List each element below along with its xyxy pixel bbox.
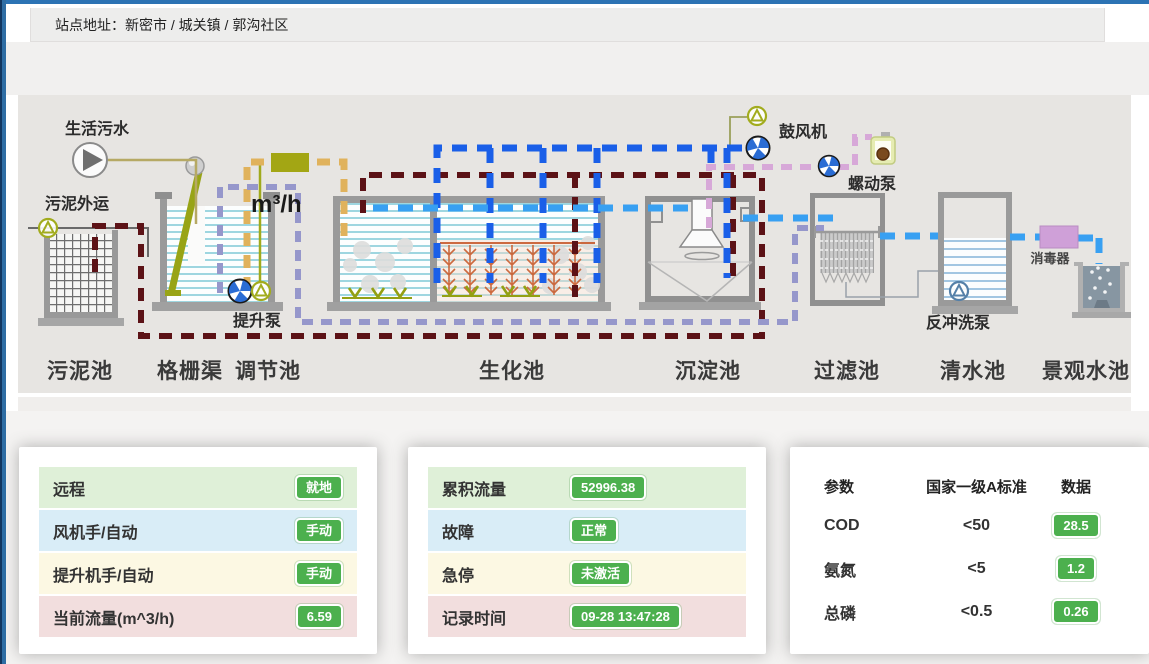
tank-label-grid: 格栅渠 — [157, 359, 223, 383]
row-lift-mode-badge[interactable]: 手动 — [295, 561, 343, 587]
row-fan-mode: 风机手/自动 手动 — [39, 510, 357, 551]
tank-label-regulation: 调节池 — [235, 359, 301, 383]
row-fault: 故障 正常 — [428, 510, 746, 551]
backwash-pump-label: 反冲洗泵 — [926, 313, 990, 332]
sludge-hopper — [648, 262, 752, 301]
row-estop-badge[interactable]: 未激活 — [570, 561, 631, 587]
blower-fan-icon — [743, 137, 769, 163]
tank-label-landscape: 景观水池 — [1042, 360, 1130, 383]
site-address-value: 新密市 / 城关镇 / 郭沟社区 — [125, 15, 288, 35]
process-flow-svg: 生活污水 污泥外运 m³/h 提升泵 鼓风机 螺动泵 反冲洗泵 消毒器 污泥池 … — [18, 95, 1131, 393]
quality-header-param: 参数 — [824, 476, 916, 497]
row-current-flow-label: 当前流量(m^3/h) — [53, 605, 174, 629]
quality-header-data: 数据 — [1037, 476, 1115, 497]
flow-meter — [271, 153, 309, 172]
filter-tank — [810, 193, 956, 306]
row-lift-mode-label: 提升机手/自动 — [53, 562, 153, 586]
row-remote-badge[interactable]: 就地 — [295, 475, 343, 501]
backwash-pump-icon — [950, 282, 968, 300]
filter-media — [820, 232, 874, 273]
quality-header: 参数 国家一级A标准 数据 — [810, 467, 1129, 505]
row-fan-mode-badge[interactable]: 手动 — [295, 518, 343, 544]
row-record-time-badge[interactable]: 09-28 13:47:28 — [570, 604, 681, 630]
dosing-container-icon — [871, 132, 895, 164]
process-flow-diagram: 生活污水 污泥外运 m³/h 提升泵 鼓风机 螺动泵 反冲洗泵 消毒器 污泥池 … — [18, 95, 1131, 393]
row-fault-badge[interactable]: 正常 — [570, 518, 618, 544]
row-record-time-label: 记录时间 — [442, 605, 570, 629]
row-cod: COD <50 28.5 — [810, 505, 1129, 546]
sewage-label: 生活污水 — [65, 119, 130, 138]
row-fan-mode-label: 风机手/自动 — [53, 519, 137, 543]
control-card: 远程 就地 风机手/自动 手动 提升机手/自动 手动 当前流量(m^3/h) 6… — [19, 447, 377, 654]
lift-pump-label: 提升泵 — [233, 312, 281, 330]
quality-header-standard: 国家一级A标准 — [916, 476, 1037, 497]
sludge-out-valve-icon — [39, 219, 57, 237]
tank-label-sedimentation: 沉淀池 — [675, 359, 741, 383]
tank-label-filter: 过滤池 — [814, 359, 880, 383]
disinfector-box — [1040, 226, 1078, 248]
row-cod-badge[interactable]: 28.5 — [1052, 513, 1099, 538]
landscape-pool — [1072, 262, 1131, 318]
row-estop: 急停 未激活 — [428, 553, 746, 594]
upper-band — [0, 42, 1149, 95]
row-cod-param: COD — [824, 517, 916, 535]
row-record-time: 记录时间 09-28 13:47:28 — [428, 596, 746, 637]
blower-valve-icon — [748, 107, 766, 125]
row-total-flow: 累积流量 52996.38 — [428, 467, 746, 508]
tank-label-biochemical: 生化池 — [479, 359, 545, 383]
diagram-lower-band — [18, 397, 1131, 411]
row-remote: 远程 就地 — [39, 467, 357, 508]
row-tp-badge[interactable]: 0.26 — [1052, 599, 1099, 624]
dosing-pump-fan-icon — [816, 156, 840, 180]
row-cod-standard: <50 — [916, 517, 1037, 535]
row-tp-param: 总磷 — [824, 600, 916, 624]
row-total-flow-badge[interactable]: 52996.38 — [570, 475, 646, 501]
row-fault-label: 故障 — [442, 519, 570, 543]
tank-label-clearwater: 清水池 — [940, 359, 1006, 383]
row-total-flow-label: 累积流量 — [442, 476, 570, 500]
row-tp: 总磷 <0.5 0.26 — [810, 591, 1129, 632]
site-address-label: 站点地址： — [55, 15, 125, 35]
quality-card: 参数 国家一级A标准 数据 COD <50 28.5 氨氮 <5 1.2 总磷 … — [790, 447, 1149, 654]
row-estop-label: 急停 — [442, 562, 570, 586]
row-nh3: 氨氮 <5 1.2 — [810, 548, 1129, 589]
tank-label-sludge: 污泥池 — [47, 360, 113, 383]
row-current-flow-badge[interactable]: 6.59 — [296, 604, 343, 630]
screw-pump-label: 螺动泵 — [848, 174, 896, 193]
row-current-flow: 当前流量(m^3/h) 6.59 — [39, 596, 357, 637]
sedimentation-tank — [639, 196, 761, 310]
row-nh3-standard: <5 — [916, 560, 1037, 578]
biochemical-tank — [327, 196, 611, 311]
sludge-tank — [38, 230, 124, 326]
sewage-pump-icon — [73, 143, 107, 177]
blower-label: 鼓风机 — [779, 122, 827, 141]
site-address-bar: 站点地址：新密市 / 城关镇 / 郭沟社区 — [30, 8, 1105, 42]
left-accent-bar — [0, 0, 6, 664]
sludge-out-label: 污泥外运 — [45, 194, 109, 213]
disinfector-label: 消毒器 — [1030, 251, 1070, 266]
row-nh3-badge[interactable]: 1.2 — [1056, 556, 1096, 581]
row-nh3-param: 氨氮 — [824, 557, 916, 581]
row-remote-label: 远程 — [53, 476, 85, 500]
status-card: 累积流量 52996.38 故障 正常 急停 未激活 记录时间 09-28 13… — [408, 447, 766, 654]
top-accent-bar — [0, 0, 1149, 4]
row-tp-standard: <0.5 — [916, 603, 1037, 621]
clear-water-tank — [932, 192, 1018, 314]
lift-pump-valve-icon — [252, 282, 270, 300]
flow-unit-label: m³/h — [251, 191, 302, 218]
row-lift-mode: 提升机手/自动 手动 — [39, 553, 357, 594]
